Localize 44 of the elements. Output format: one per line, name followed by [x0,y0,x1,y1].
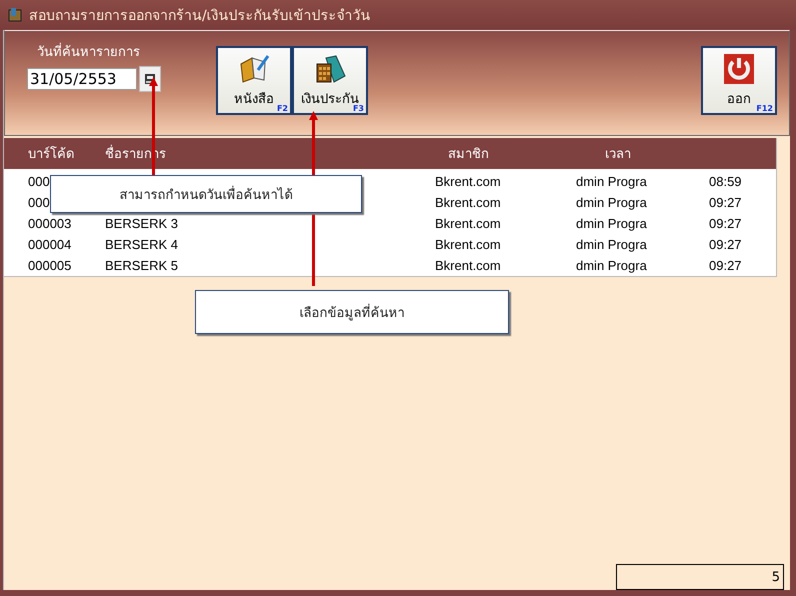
table-cell: BERSERK 4 [105,237,178,252]
column-header: ชื่อรายการ [105,138,431,169]
column-header: เวลา [572,138,705,169]
table-cell: 09:27 [709,258,742,273]
table-cell: Bkrent.com [435,216,501,231]
table-cell: 000003 [28,216,72,231]
toolbar-button[interactable]: หนังสือ F2 [216,46,292,115]
table-cell: 09:27 [709,216,742,231]
calendar-button[interactable] [139,66,161,92]
table-cell: 000004 [28,237,72,252]
table-cell: Bkrent.com [435,237,501,252]
exit-button[interactable]: ออก F12 [701,46,777,115]
table-cell: Bkrent.com [435,258,501,273]
shortcut-label: F3 [352,104,364,113]
date-field[interactable]: 31/05/2553 [27,68,137,90]
column-header: บาร์โค้ด [28,138,105,169]
table-cell: dmin Progra [576,174,647,189]
table-cell: BERSERK 5 [105,258,178,273]
power-icon [723,54,755,84]
table-cell: Bkrent.com [435,195,501,210]
table-cell: 08:59 [709,174,742,189]
table-cell: 000 [28,195,50,210]
table-cell: dmin Progra [576,216,647,231]
table-cell: 09:27 [709,237,742,252]
table-cell: 000 [28,174,50,189]
record-count: 5 [616,564,784,590]
column-header: สมาชิก [431,138,572,169]
callout-note: สามารถกำหนดวันเพื่อค้นหาได้ [50,175,362,213]
table-cell: 09:27 [709,195,742,210]
window-title: สอบถามรายการออกจากร้าน/เงินประกันรับเข้าประจำวัน [29,7,371,26]
shortcut-label: F2 [276,104,288,113]
table-cell: BERSERK 3 [105,216,178,231]
toolbar-button[interactable]: เงินประกัน F3 [292,46,368,115]
table-cell: 000005 [28,258,72,273]
table-cell: Bkrent.com [435,174,501,189]
book-pen-icon [238,54,270,84]
date-label: วันที่ค้นหารายการ [37,41,161,62]
calculator-folder-icon [314,54,346,84]
box-icon [7,7,23,23]
table-cell: dmin Progra [576,195,647,210]
shortcut-label: F12 [756,104,773,113]
callout-note: เลือกข้อมูลที่ค้นหา [195,290,509,334]
table-cell: dmin Progra [576,258,647,273]
table-cell: dmin Progra [576,237,647,252]
